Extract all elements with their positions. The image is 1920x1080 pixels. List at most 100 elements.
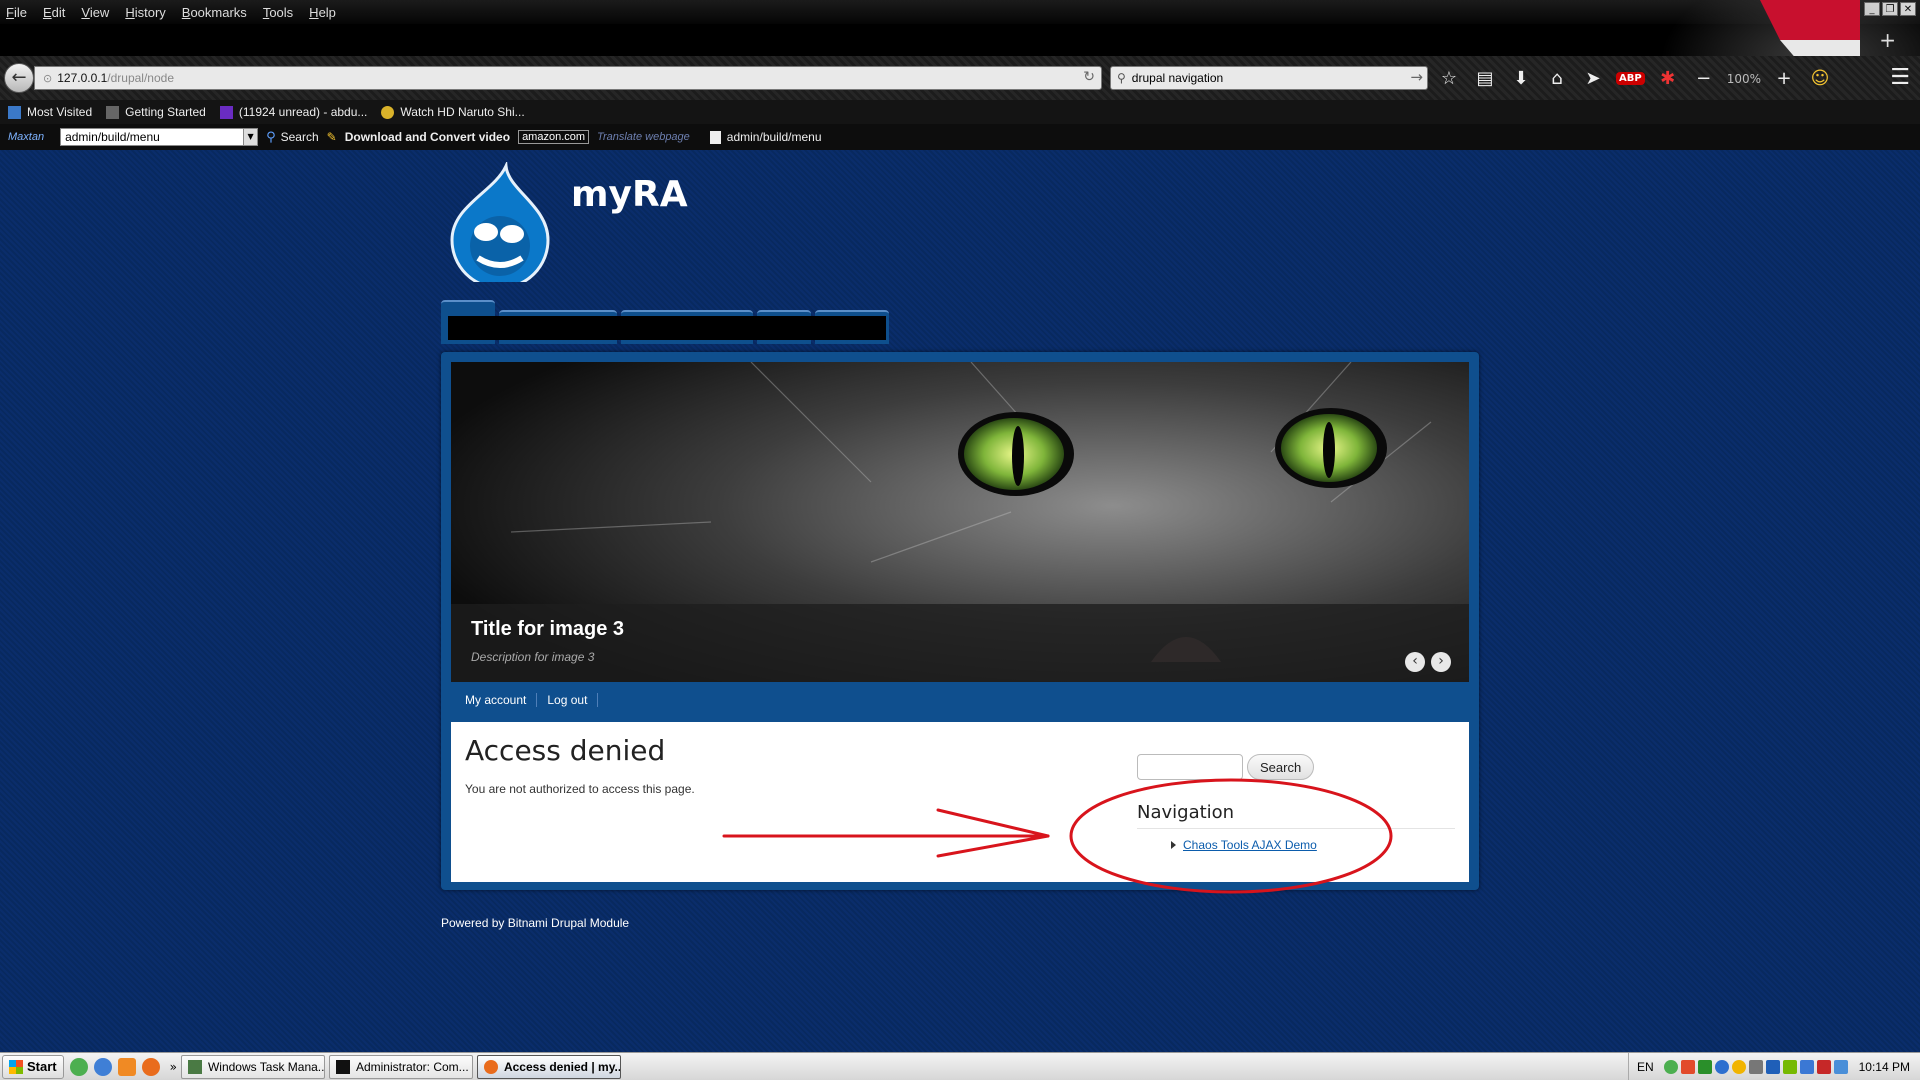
download-convert-button[interactable]: Download and Convert video [345,130,510,144]
navigation-item: Chaos Tools AJAX Demo [1171,838,1317,852]
search-go-icon[interactable]: → [1410,68,1423,86]
chevron-down-icon[interactable]: ▼ [243,129,258,145]
my-account-link[interactable]: My account [465,693,538,707]
bullet-arrow-icon [1171,841,1176,849]
tab-overflow-label[interactable]: iat... [1837,34,1860,48]
nvidia-icon[interactable] [1782,1060,1797,1074]
tab-strip: iat... + [0,24,1920,56]
smiley-icon[interactable]: ☺ [1807,68,1833,89]
tray-display-icon[interactable] [1833,1060,1848,1074]
quick-launch-overflow-icon[interactable]: » [170,1060,177,1074]
toolbar-page-link-label: admin/build/menu [726,130,822,144]
home-icon[interactable]: ⌂ [1544,68,1570,89]
start-label: Start [27,1059,57,1074]
bookmark-most-visited[interactable]: Most Visited [8,105,92,119]
zoom-out-icon[interactable]: − [1691,68,1717,89]
extension-icon[interactable]: ✱ [1655,68,1681,89]
task-command-prompt[interactable]: Administrator: Com... [328,1054,473,1079]
page-viewport: myRA Title for image 3 Description for i… [0,150,1920,1052]
menu-history[interactable]: History [125,5,165,20]
tray-network-icon[interactable] [1714,1060,1729,1074]
chevron-right-icon[interactable]: › [1431,652,1451,672]
quick-launch-utorrent-icon[interactable] [69,1057,88,1076]
pencil-icon[interactable]: ✎ [327,130,337,144]
url-bar[interactable]: ⊙ 127.0.0.1 /drupal/node ↻ [34,66,1102,90]
menu-file[interactable]: File [6,5,27,20]
search-icon: ⚲ [1117,71,1126,85]
hamburger-menu-icon[interactable]: ☰ [1890,65,1910,90]
menu-edit[interactable]: Edit [43,5,65,20]
site-search-block: Search [1137,754,1315,780]
menu-bookmarks[interactable]: Bookmarks [182,5,247,20]
toolbar-search-button[interactable]: ⚲ Search [266,130,319,145]
bookmark-mail[interactable]: (11924 unread) - abdu... [219,105,367,119]
language-indicator[interactable]: EN [1637,1060,1654,1074]
windows-taskbar: Start » Windows Task Mana... Administrat… [0,1052,1920,1080]
bluetooth-icon[interactable] [1765,1060,1780,1074]
tray-monitor-icon[interactable] [1799,1060,1814,1074]
minimize-icon[interactable]: _ [1864,2,1880,16]
close-icon[interactable]: ✕ [1900,2,1916,16]
task-label: Access denied | my... [503,1059,621,1074]
primary-tabs [441,300,889,344]
window-controls: _ ❐ ✕ [1864,2,1916,16]
bookmark-page-icon [106,105,120,119]
bookmark-getting-started[interactable]: Getting Started [106,105,206,119]
reload-icon[interactable]: ↻ [1083,69,1095,85]
toolbar-combo-input[interactable]: admin/build/menu ▼ [60,128,259,146]
toolbar-logo[interactable]: Maxtan [8,131,44,143]
site-search-button[interactable]: Search [1247,754,1315,780]
volume-icon[interactable] [1748,1060,1763,1074]
tray-app-icon[interactable] [1680,1060,1695,1074]
task-windows-task-manager[interactable]: Windows Task Mana... [180,1054,325,1079]
site-search-input[interactable] [1137,754,1243,780]
bookmark-page-icon [8,105,21,119]
toolbar-page-link[interactable]: admin/build/menu [709,130,822,144]
tray-green-icon[interactable] [1697,1060,1712,1074]
quick-launch-firefox-icon[interactable] [141,1057,160,1076]
tray-yellow-icon[interactable] [1731,1060,1746,1074]
back-arrow-icon[interactable]: ← [4,63,34,93]
send-icon[interactable]: ➤ [1580,68,1606,89]
tray-utorrent-icon[interactable] [1663,1060,1678,1074]
zoom-level[interactable]: 100% [1727,72,1761,86]
toolbar-combo-value: admin/build/menu [65,130,160,144]
quick-launch-app-icon[interactable] [117,1057,136,1076]
footer-text: Powered by Bitnami Drupal Module [441,916,630,930]
mail-icon [219,105,233,119]
browser-search-input[interactable]: ⚲ drupal navigation → [1110,66,1428,90]
star-icon[interactable]: ☆ [1436,68,1462,89]
zoom-in-icon[interactable]: + [1771,68,1797,89]
menu-tools[interactable]: Tools [263,5,293,20]
chaos-tools-ajax-demo-link[interactable]: Chaos Tools AJAX Demo [1183,838,1317,852]
log-out-link[interactable]: Log out [537,693,599,707]
tray-red-icon[interactable] [1816,1060,1831,1074]
slide-title: Title for image 3 [471,618,625,640]
main-content: Access denied You are not authorized to … [451,722,1469,882]
menu-help[interactable]: Help [309,5,336,20]
toolbar-search-label: Search [280,130,319,144]
chevron-left-icon[interactable]: ‹ [1405,652,1425,672]
reading-list-icon[interactable]: ▤ [1472,68,1498,89]
windows-flag-icon [9,1059,23,1074]
new-tab-icon[interactable]: + [1879,28,1896,52]
task-browser-access-denied[interactable]: Access denied | my... [476,1054,621,1079]
start-button[interactable]: Start [2,1054,64,1079]
search-icon: ⚲ [266,129,276,145]
download-icon[interactable]: ⬇ [1508,68,1534,89]
bookmarks-toolbar: Most Visited Getting Started (11924 unre… [0,100,1920,124]
bookmark-label: Getting Started [125,105,206,119]
slide-description: Description for image 3 [471,650,595,664]
clock[interactable]: 10:14 PM [1859,1060,1910,1074]
drupal-drop-logo[interactable] [448,162,552,282]
quick-launch-skype-icon[interactable] [93,1057,112,1076]
site-name[interactable]: myRA [571,174,688,215]
amazon-button[interactable]: amazon.com [518,130,590,144]
menu-view[interactable]: View [81,5,109,20]
bookmark-naruto[interactable]: Watch HD Naruto Shi... [381,105,525,119]
menu-bar: File Edit View History Bookmarks Tools H… [0,0,1920,24]
translate-button[interactable]: Translate webpage [597,131,690,143]
adblock-icon[interactable]: ABP [1616,72,1645,85]
restore-icon[interactable]: ❐ [1882,2,1898,16]
command-prompt-icon [335,1059,350,1074]
